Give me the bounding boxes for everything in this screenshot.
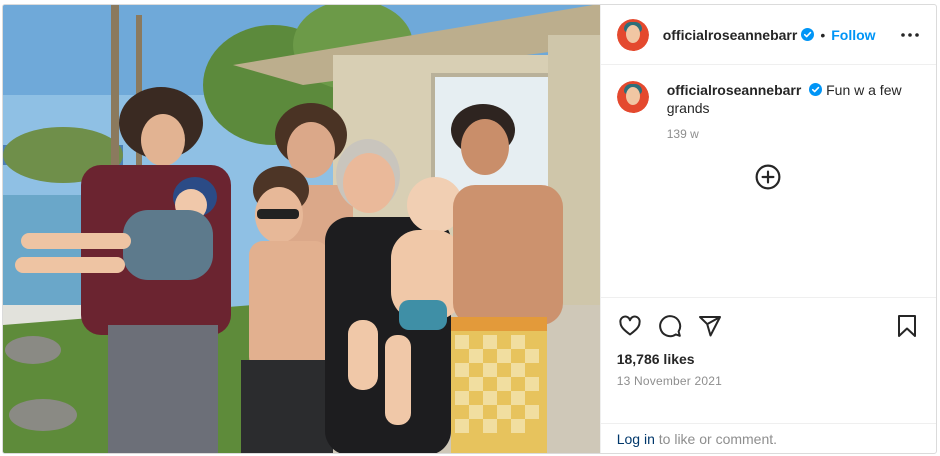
post-actions: 18,786 likes 13 November 2021 xyxy=(600,297,936,423)
likes-count[interactable]: 18,786 likes xyxy=(617,351,920,367)
action-icons xyxy=(617,312,920,340)
post-details-panel: officialroseannebarr • Follow officialro… xyxy=(599,5,936,453)
share-icon[interactable] xyxy=(697,313,723,339)
caption-row: officialroseannebarr Fun w a few grands xyxy=(616,81,920,117)
more-options-icon[interactable] xyxy=(898,23,922,47)
post-date: 13 November 2021 xyxy=(616,374,722,388)
verified-badge-icon xyxy=(801,28,815,41)
add-comment-icon[interactable] xyxy=(755,164,781,190)
caption-avatar[interactable] xyxy=(616,81,649,113)
post-age[interactable]: 139 w xyxy=(667,127,920,141)
post-header: officialroseannebarr • Follow xyxy=(600,5,936,65)
login-link[interactable]: Log in xyxy=(617,431,655,447)
heart-icon[interactable] xyxy=(617,313,643,339)
login-prompt-text: to like or comment. xyxy=(654,430,778,447)
caption-username[interactable]: officialroseannebarr xyxy=(667,82,802,98)
comment-icon[interactable] xyxy=(657,313,683,339)
header-username[interactable]: officialroseannebarr xyxy=(663,27,798,43)
bookmark-icon[interactable] xyxy=(894,313,920,339)
comments-section: officialroseannebarr Fun w a few grands … xyxy=(601,65,936,297)
family-photo xyxy=(3,5,600,453)
separator-dot: • xyxy=(820,26,826,43)
caption: officialroseannebarr Fun w a few grands xyxy=(667,81,907,117)
avatar[interactable] xyxy=(616,18,649,51)
post-card: officialroseannebarr • Follow officialro… xyxy=(2,4,937,454)
verified-badge-icon xyxy=(809,83,823,96)
login-prompt: Log in to like or comment. xyxy=(600,423,936,453)
post-photo[interactable] xyxy=(3,5,600,453)
follow-button[interactable]: Follow xyxy=(831,27,875,43)
